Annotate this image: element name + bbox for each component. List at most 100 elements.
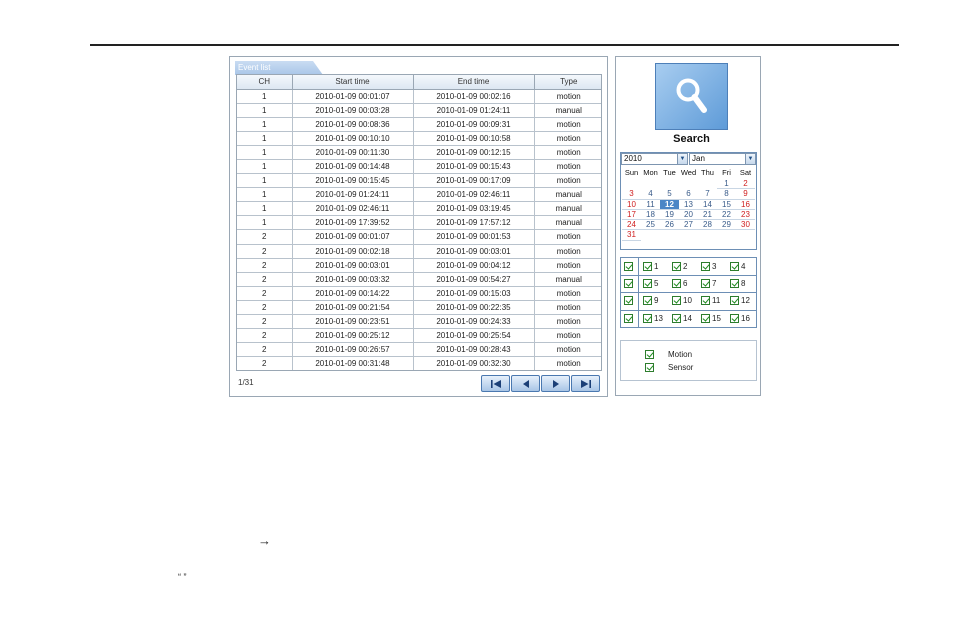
- channel-option[interactable]: 13: [643, 314, 663, 323]
- calendar-day[interactable]: 22: [717, 210, 736, 221]
- table-row[interactable]: 1 2010-01-09 00:03:28 2010-01-09 01:24:11 m…: [237, 102, 601, 118]
- row-select-all-checkbox[interactable]: [624, 279, 633, 288]
- calendar-day[interactable]: 19: [660, 210, 679, 221]
- channel-option[interactable]: 1: [643, 262, 658, 271]
- table-row[interactable]: 1 2010-01-09 00:08:36 2010-01-09 00:09:31 m…: [237, 116, 601, 132]
- channel-option[interactable]: 12: [730, 296, 750, 305]
- calendar-day[interactable]: 2: [736, 179, 755, 190]
- table-row[interactable]: 1 2010-01-09 00:14:48 2010-01-09 00:15:43 m…: [237, 158, 601, 175]
- table-row[interactable]: 2 2010-01-09 00:02:18 2010-01-09 00:03:01 m…: [237, 243, 601, 259]
- col-end-time[interactable]: End time: [412, 75, 535, 90]
- channel-checkbox[interactable]: [701, 314, 710, 323]
- channel-option[interactable]: 4: [730, 262, 745, 271]
- last-page-button[interactable]: [571, 375, 600, 392]
- table-row[interactable]: 1 2010-01-09 02:46:11 2010-01-09 03:19:45 m…: [237, 201, 601, 217]
- channel-checkbox[interactable]: [730, 296, 739, 305]
- calendar-day[interactable]: 11: [641, 200, 660, 210]
- table-row[interactable]: 2 2010-01-09 00:31:48 2010-01-09 00:32:30 m…: [237, 356, 601, 370]
- channel-option[interactable]: 10: [672, 296, 692, 305]
- table-row[interactable]: 1 2010-01-09 00:01:07 2010-01-09 00:02:16 m…: [237, 88, 601, 104]
- channel-option[interactable]: 7: [701, 279, 716, 288]
- calendar-day[interactable]: 26: [660, 220, 679, 231]
- channel-checkbox[interactable]: [643, 314, 652, 323]
- channel-checkbox[interactable]: [701, 296, 710, 305]
- calendar-day[interactable]: 30: [736, 220, 755, 231]
- col-start-time[interactable]: Start time: [291, 75, 414, 90]
- calendar-day[interactable]: 24: [622, 220, 641, 231]
- channel-checkbox[interactable]: [672, 314, 681, 323]
- table-row[interactable]: 2 2010-01-09 00:01:07 2010-01-09 00:01:53 m…: [237, 229, 601, 245]
- channel-checkbox[interactable]: [643, 279, 652, 288]
- table-row[interactable]: 2 2010-01-09 00:26:57 2010-01-09 00:28:43 m…: [237, 342, 601, 358]
- col-type[interactable]: Type: [533, 75, 601, 90]
- first-page-button[interactable]: [481, 375, 510, 392]
- calendar-day[interactable]: 15: [717, 200, 736, 210]
- table-row[interactable]: 2 2010-01-09 00:03:32 2010-01-09 00:54:27 m…: [237, 271, 601, 287]
- channel-option[interactable]: 15: [701, 314, 721, 323]
- table-row[interactable]: 2 2010-01-09 00:03:01 2010-01-09 00:04:12 m…: [237, 257, 601, 273]
- row-select-all-checkbox[interactable]: [624, 262, 633, 271]
- channel-checkbox[interactable]: [701, 262, 710, 271]
- calendar-day[interactable]: 17: [622, 210, 641, 221]
- calendar-day[interactable]: 31: [622, 230, 641, 241]
- calendar-day[interactable]: 23: [736, 210, 755, 221]
- calendar-day[interactable]: 8: [717, 189, 736, 200]
- channel-checkbox[interactable]: [730, 314, 739, 323]
- calendar-day[interactable]: 10: [622, 200, 641, 210]
- prev-page-button[interactable]: [511, 375, 540, 392]
- calendar-day[interactable]: 6: [679, 189, 698, 200]
- channel-option[interactable]: 3: [701, 262, 716, 271]
- calendar-day[interactable]: 16: [736, 200, 755, 210]
- checkbox-motion[interactable]: [645, 350, 654, 359]
- calendar-day[interactable]: 3: [622, 189, 641, 200]
- channel-checkbox[interactable]: [672, 262, 681, 271]
- channel-option[interactable]: 16: [730, 314, 750, 323]
- type-motion[interactable]: Motion: [645, 350, 692, 359]
- table-row[interactable]: 2 2010-01-09 00:21:54 2010-01-09 00:22:35 m…: [237, 299, 601, 316]
- type-sensor[interactable]: Sensor: [645, 363, 693, 372]
- calendar-day[interactable]: 29: [717, 220, 736, 231]
- channel-checkbox[interactable]: [730, 262, 739, 271]
- year-select[interactable]: 2010 ▼: [621, 153, 688, 165]
- table-row[interactable]: 1 2010-01-09 00:10:10 2010-01-09 00:10:58 m…: [237, 130, 601, 146]
- calendar-day[interactable]: 9: [736, 189, 755, 200]
- calendar-day[interactable]: 21: [698, 210, 717, 221]
- row-select-all-checkbox[interactable]: [624, 296, 633, 305]
- calendar-day[interactable]: 4: [641, 189, 660, 200]
- month-select[interactable]: Jan ▼: [689, 153, 756, 165]
- channel-checkbox[interactable]: [701, 279, 710, 288]
- col-ch[interactable]: CH: [237, 75, 293, 90]
- channel-option[interactable]: 9: [643, 296, 658, 305]
- calendar-day[interactable]: 5: [660, 189, 679, 200]
- table-row[interactable]: 1 2010-01-09 00:15:45 2010-01-09 00:17:09 m…: [237, 173, 601, 189]
- checkbox-sensor[interactable]: [645, 363, 654, 372]
- search-button[interactable]: [655, 63, 728, 130]
- channel-checkbox[interactable]: [730, 279, 739, 288]
- calendar-day[interactable]: 28: [698, 220, 717, 231]
- channel-checkbox[interactable]: [643, 296, 652, 305]
- table-row[interactable]: 1 2010-01-09 01:24:11 2010-01-09 02:46:11 m…: [237, 187, 601, 203]
- calendar-day[interactable]: 1: [717, 179, 736, 190]
- table-row[interactable]: 2 2010-01-09 00:14:22 2010-01-09 00:15:03 m…: [237, 285, 601, 301]
- next-page-button[interactable]: [541, 375, 570, 392]
- channel-checkbox[interactable]: [672, 279, 681, 288]
- calendar-day[interactable]: 27: [679, 220, 698, 231]
- calendar-day[interactable]: 18: [641, 210, 660, 221]
- channel-option[interactable]: 5: [643, 279, 658, 288]
- calendar-day[interactable]: 25: [641, 220, 660, 231]
- channel-option[interactable]: 11: [701, 296, 720, 305]
- table-row[interactable]: 2 2010-01-09 00:23:51 2010-01-09 00:24:33 m…: [237, 313, 601, 330]
- calendar-day[interactable]: 12: [660, 199, 679, 210]
- channel-option[interactable]: 2: [672, 262, 687, 271]
- row-select-all-checkbox[interactable]: [624, 314, 633, 323]
- calendar-day[interactable]: 7: [698, 189, 717, 200]
- channel-option[interactable]: 8: [730, 279, 745, 288]
- event-list-tab[interactable]: Event list: [235, 61, 323, 75]
- table-row[interactable]: 2 2010-01-09 00:25:12 2010-01-09 00:25:54 m…: [237, 328, 601, 344]
- channel-checkbox[interactable]: [643, 262, 652, 271]
- channel-option[interactable]: 6: [672, 279, 687, 288]
- calendar-day[interactable]: 13: [679, 200, 698, 210]
- channel-checkbox[interactable]: [672, 296, 681, 305]
- table-row[interactable]: 1 2010-01-09 00:11:30 2010-01-09 00:12:15 m…: [237, 144, 601, 160]
- channel-option[interactable]: 14: [672, 314, 692, 323]
